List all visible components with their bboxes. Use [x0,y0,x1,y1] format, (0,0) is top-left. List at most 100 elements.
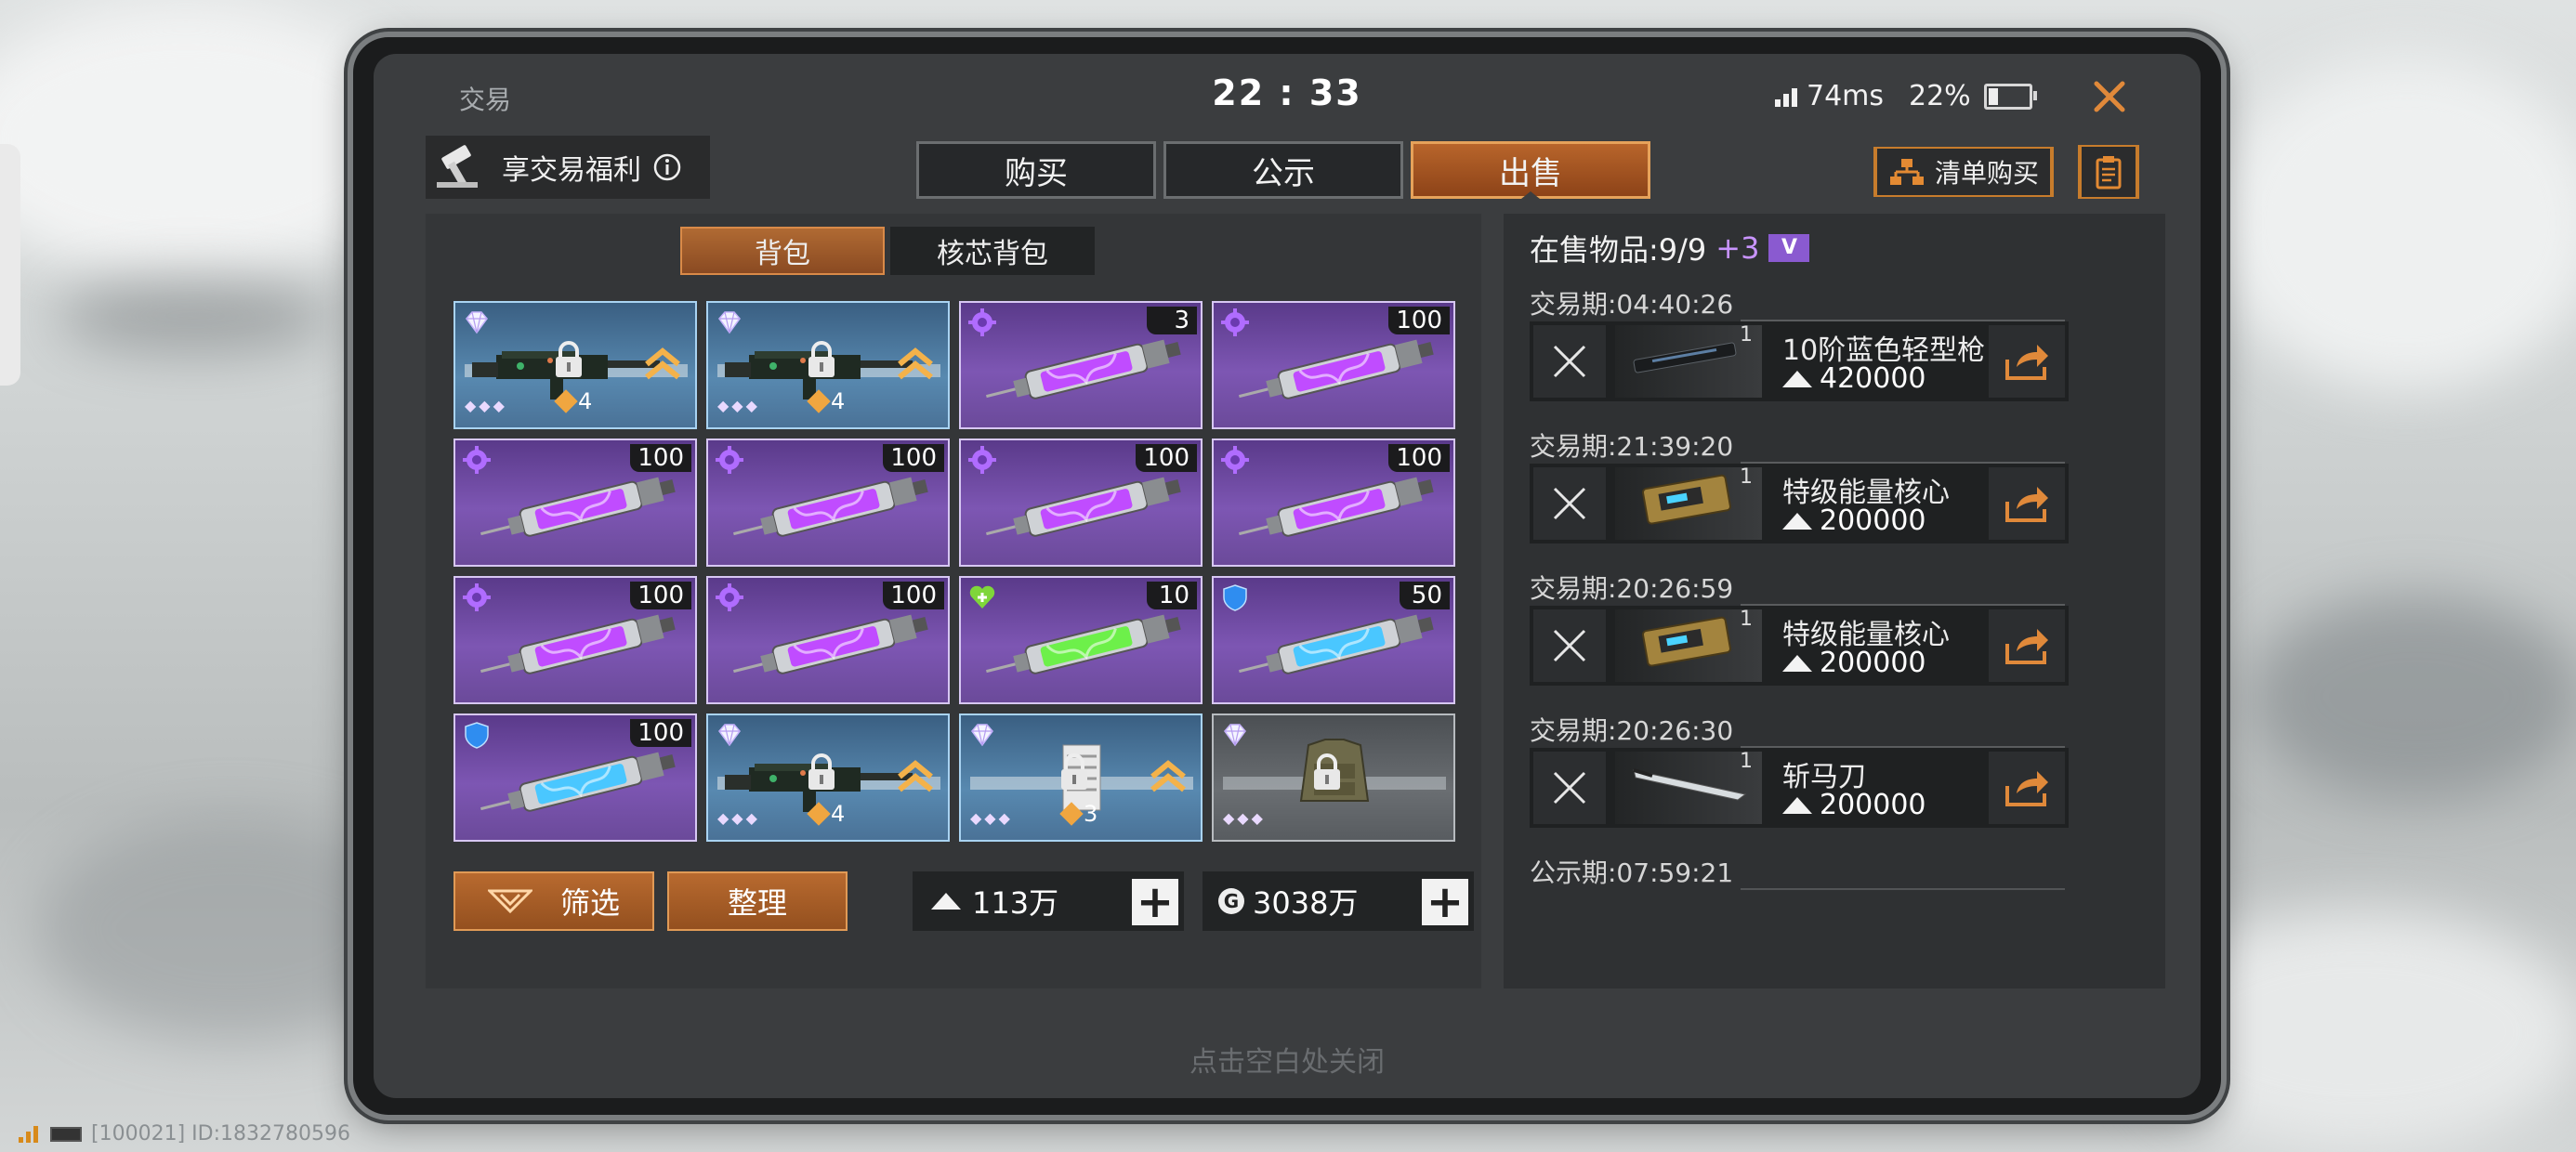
close-icon [1553,345,1586,378]
lock-icon [808,341,835,377]
price-value: 200000 [1820,647,1926,679]
sort-button[interactable]: 整理 [667,871,848,931]
info-icon[interactable] [652,152,682,182]
cancel-listing-button[interactable] [1533,752,1606,824]
listing-price: 200000 [1782,504,1926,537]
add-gold-button[interactable]: + [1132,879,1178,925]
tab-sell[interactable]: 出售 [1411,141,1650,199]
inventory-slot[interactable]: 100 [1212,439,1455,567]
listing-quantity: 1 [1740,750,1753,773]
gear-icon [463,583,491,611]
lock-icon [1061,753,1087,790]
subtab-core-backpack[interactable]: 核芯背包 [890,227,1095,275]
listing-quantity: 1 [1740,323,1753,347]
inventory-slot[interactable]: 100 [706,576,950,704]
diamond-icon [1224,724,1246,747]
gear-icon [968,308,996,336]
close-button[interactable] [2080,67,2139,126]
sale-listing: 交易期:20:26:59 1 特级能量核心 200000 [1530,569,2069,711]
stack-count: 100 [630,444,691,472]
gear-icon [968,446,996,474]
stack-count: 10 [1147,582,1197,609]
stack-count: 100 [630,719,691,747]
share-button[interactable] [1989,609,2065,682]
gavel-icon [437,145,478,188]
level-badge: 4 [807,388,845,414]
quality-dots: ◆◆◆ [717,397,760,414]
inventory-slot[interactable]: 3 [959,301,1203,429]
inventory-slot[interactable]: 100 [453,576,697,704]
gear-icon [716,446,743,474]
inventory-slot[interactable]: ◆◆◆ 4 [706,301,950,429]
level-value: 3 [1084,801,1098,827]
inventory-slot[interactable]: 10 [959,576,1203,704]
signal-icon [1775,86,1797,107]
benefit-label: 享交易福利 [502,154,641,187]
listing-price: 200000 [1782,647,1926,679]
side-handle[interactable] [0,144,20,386]
share-button[interactable] [1989,752,2065,824]
signal-small-icon [19,1125,41,1143]
add-coin-button[interactable]: + [1422,879,1468,925]
gold-ingot-icon [1782,512,1812,530]
close-hint: 点击空白处关闭 [1189,1046,1385,1079]
listing-price: 420000 [1782,362,1926,395]
on-sale-bonus: +3 [1715,230,1760,266]
listing-period: 交易期:20:26:59 [1530,569,1741,606]
battery-icon [1983,83,2037,110]
subtab-backpack[interactable]: 背包 [680,227,885,275]
lock-icon [556,341,582,377]
diamond-icon [718,311,741,334]
on-sale-header: 在售物品:9/9 +3 V [1530,227,1810,269]
inventory-slot[interactable]: ◆◆◆ 3 [959,713,1203,842]
list-buy-button[interactable]: 清单购买 [1873,147,2055,197]
inventory-slot[interactable]: 100 [453,439,697,567]
diamond-icon [466,311,488,334]
listing-period: 交易期:20:26:30 [1530,711,1741,748]
clipboard-button[interactable] [2078,145,2139,199]
listing-row[interactable]: 1 斩马刀 200000 [1530,748,2069,828]
cancel-listing-button[interactable] [1533,325,1606,398]
trade-benefit-button[interactable]: 享交易福利 [426,136,710,199]
lock-icon [808,753,835,790]
level-value: 4 [578,388,593,414]
gold-currency: 113万 + [913,871,1184,931]
gold-ingot-icon [931,893,961,910]
inventory-slot[interactable]: ◆◆◆ 4 [706,713,950,842]
inventory-slot[interactable]: 50 [1212,576,1455,704]
battery-indicator: 22% [1909,80,2037,112]
sale-listings: 交易期:04:40:26 1 10阶蓝色轻型枪口 420000 交易期:21:3… [1530,284,2069,916]
stack-count: 100 [630,582,691,609]
listing-price: 200000 [1782,789,1926,821]
listing-row[interactable]: 1 特级能量核心 200000 [1530,464,2069,543]
coin-amount: 3038万 [1253,885,1359,921]
gear-icon [1221,446,1249,474]
inventory-slot[interactable]: 100 [706,439,950,567]
gold-amount: 113万 [972,885,1059,921]
close-icon [2094,81,2125,112]
share-button[interactable] [1989,467,2065,540]
cancel-listing-button[interactable] [1533,467,1606,540]
tab-buy[interactable]: 购买 [916,141,1156,199]
cancel-listing-button[interactable] [1533,609,1606,682]
rank-up-icon [898,347,933,380]
on-sale-panel: 在售物品:9/9 +3 V 交易期:04:40:26 1 10阶蓝色轻型枪口 4… [1504,214,2165,988]
inventory-slot[interactable]: 100 [959,439,1203,567]
stack-count: 100 [883,444,944,472]
tablet-device: 交易 22 : 33 74ms 22% 享交易福利 购买 公示 出售 清单购买 … [353,37,2221,1115]
listing-period: 交易期:04:40:26 [1530,284,1741,321]
filter-button[interactable]: 筛选 [453,871,654,931]
inventory-slot[interactable]: ◆◆◆ 4 [453,301,697,429]
inventory-slot[interactable]: 100 [1212,301,1455,429]
coin-currency: G 3038万 + [1203,871,1474,931]
list-buy-label: 清单购买 [1935,158,2040,189]
filter-icon [487,889,532,913]
inventory-slot[interactable]: ◆◆◆ [1212,713,1455,842]
tab-notice[interactable]: 公示 [1163,141,1403,199]
inventory-slot[interactable]: 100 [453,713,697,842]
share-button[interactable] [1989,325,2065,398]
listing-row[interactable]: 1 10阶蓝色轻型枪口 420000 [1530,321,2069,401]
status-bar: 交易 22 : 33 74ms 22% [374,54,2201,137]
device-id: [100021] ID:1832780596 [91,1122,350,1145]
listing-row[interactable]: 1 特级能量核心 200000 [1530,606,2069,686]
